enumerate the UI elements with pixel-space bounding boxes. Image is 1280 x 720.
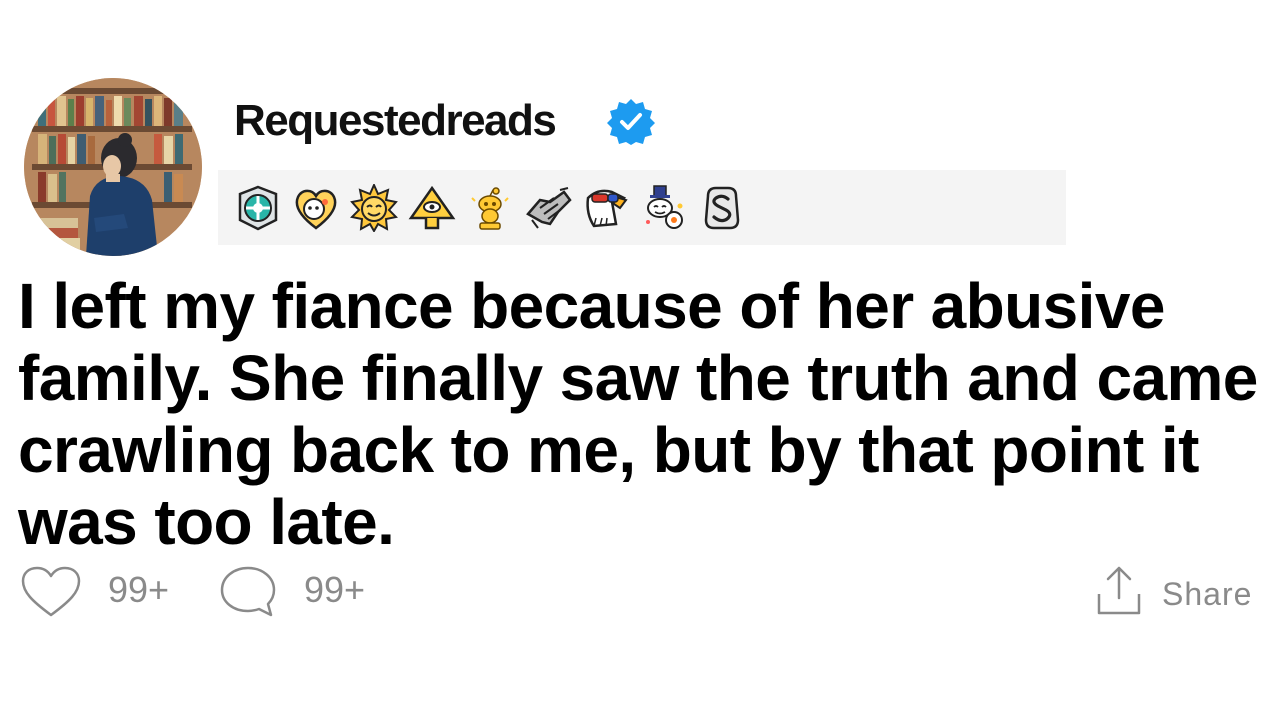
comment-count: 99+ [304, 569, 366, 610]
post-title: I left my fiance because of her abusive … [18, 270, 1258, 558]
heart-icon[interactable] [20, 566, 82, 618]
awards-strip [218, 170, 1066, 245]
snoo-party-award-icon[interactable] [640, 184, 688, 232]
pyramid-award-icon[interactable] [408, 184, 456, 232]
share-icon[interactable] [1096, 566, 1142, 616]
like-count: 99+ [108, 569, 170, 610]
share-button[interactable]: Share [1162, 576, 1252, 612]
eagle-award-icon[interactable] [582, 184, 630, 232]
sun-award-icon[interactable] [349, 182, 399, 234]
silver-s-award-icon[interactable] [698, 184, 746, 232]
handshake-award-icon[interactable] [524, 184, 572, 232]
platinum-award-icon[interactable] [234, 184, 282, 232]
comment-bubble-icon[interactable] [218, 564, 278, 618]
avatar[interactable] [24, 78, 202, 256]
gold-snoo-award-icon[interactable] [466, 184, 514, 232]
verified-badge-icon [606, 96, 656, 146]
username[interactable]: Requestedreads [234, 96, 557, 146]
wholesome-heart-award-icon[interactable] [292, 184, 340, 232]
